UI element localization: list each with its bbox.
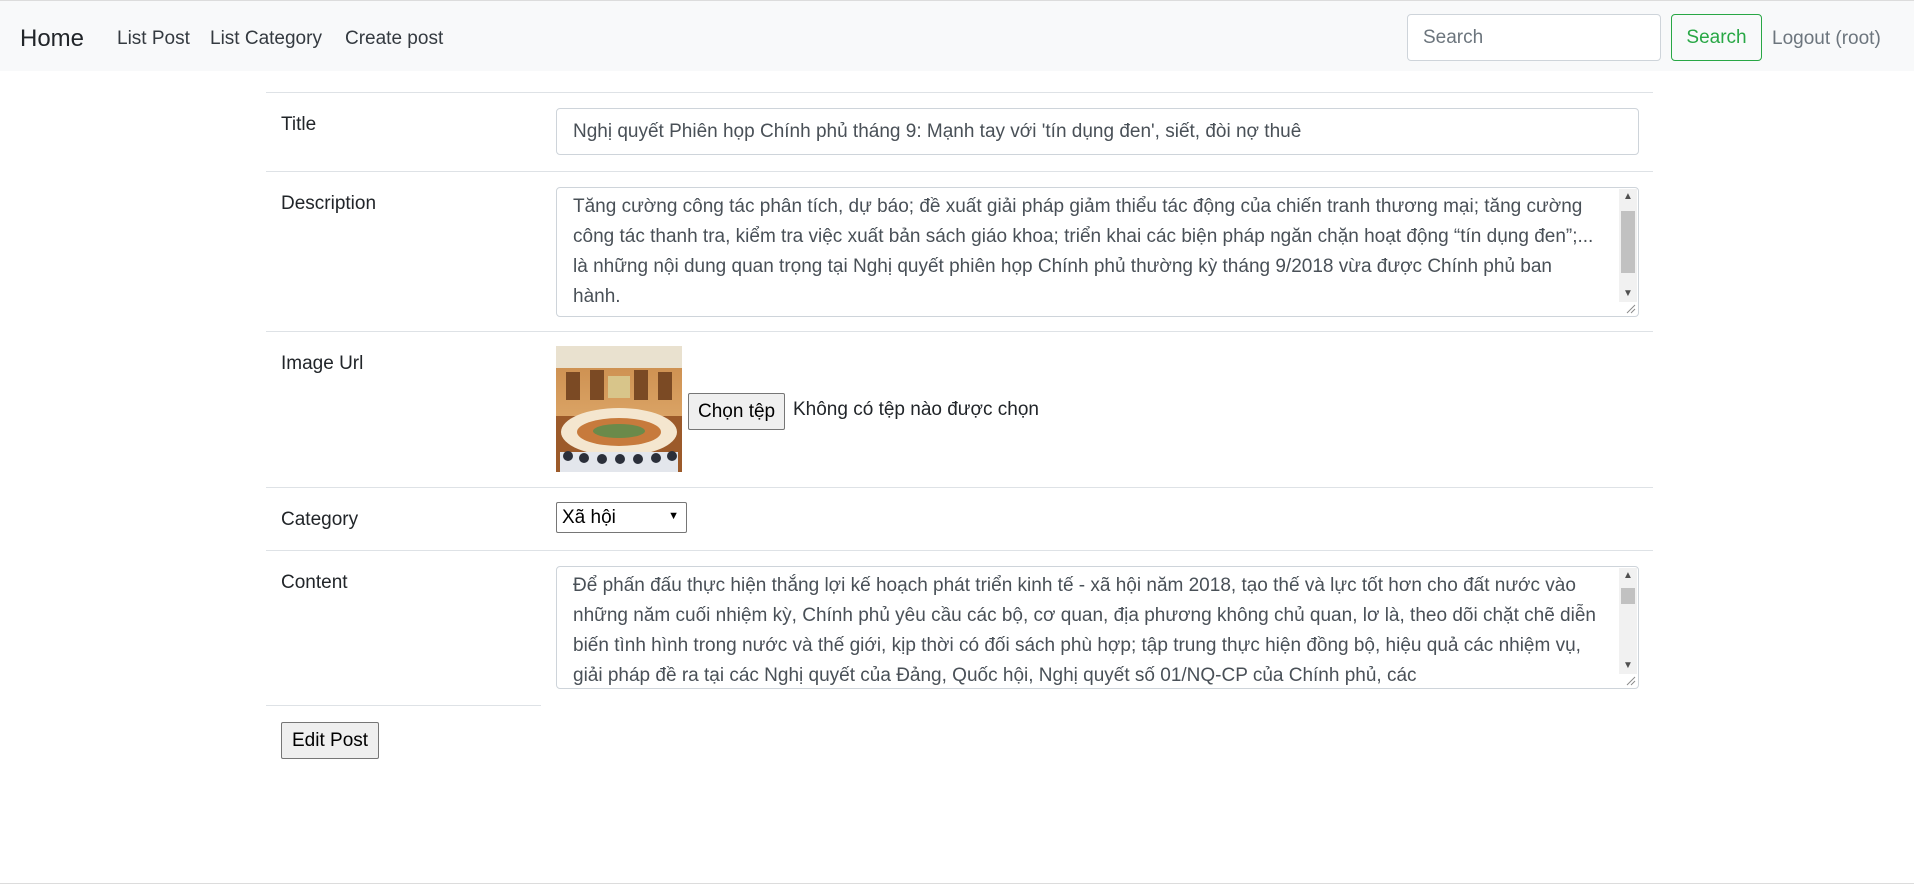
search-input[interactable] — [1407, 14, 1661, 61]
resize-grip-icon[interactable] — [1624, 674, 1636, 686]
edit-post-button[interactable]: Edit Post — [281, 722, 380, 759]
navbar: Home List Post List Category Create post… — [0, 0, 1914, 71]
scroll-up-icon[interactable]: ▲ — [1619, 568, 1637, 584]
image-row: Image Url Chọn tệp Không có tệp nào được… — [266, 331, 1653, 488]
title-row: Title — [266, 92, 1653, 172]
post-thumbnail — [556, 346, 682, 472]
scroll-down-icon[interactable]: ▼ — [1619, 658, 1637, 674]
scroll-down-icon[interactable]: ▼ — [1619, 286, 1637, 302]
category-select[interactable]: Xã hội ▼ — [556, 502, 687, 533]
description-textarea[interactable]: Tăng cường công tác phân tích, dự báo; đ… — [556, 187, 1639, 317]
image-url-label: Image Url — [281, 353, 364, 374]
nav-list-category[interactable]: List Category — [210, 28, 322, 50]
category-selected-value: Xã hội — [562, 507, 616, 528]
home-link[interactable]: Home — [20, 25, 84, 53]
category-row: Category Xã hội ▼ — [266, 487, 1653, 551]
description-scrollbar[interactable]: ▲ ▼ — [1619, 189, 1637, 302]
description-row: Description Tăng cường công tác phân tíc… — [266, 171, 1653, 332]
title-input[interactable] — [556, 108, 1639, 155]
choose-file-button[interactable]: Chọn tệp — [688, 393, 786, 430]
content-row: Content Để phấn đấu thực hiện thắng lợi … — [266, 550, 1653, 706]
title-label: Title — [281, 114, 317, 135]
submit-row: Edit Post — [266, 705, 541, 766]
content-text: Để phấn đấu thực hiện thắng lợi kế hoạch… — [573, 575, 1596, 686]
resize-grip-icon[interactable] — [1624, 302, 1636, 314]
content-textarea[interactable]: Để phấn đấu thực hiện thắng lợi kế hoạch… — [556, 566, 1639, 689]
description-text: Tăng cường công tác phân tích, dự báo; đ… — [573, 196, 1594, 307]
content-label: Content — [281, 572, 348, 593]
nav-create-post[interactable]: Create post — [345, 28, 443, 50]
scroll-up-icon[interactable]: ▲ — [1619, 189, 1637, 205]
logout-link[interactable]: Logout (root) — [1772, 28, 1881, 50]
scroll-thumb[interactable] — [1621, 588, 1635, 604]
description-label: Description — [281, 193, 377, 214]
search-button[interactable]: Search — [1671, 14, 1762, 61]
chevron-down-icon: ▼ — [668, 510, 679, 522]
scroll-thumb[interactable] — [1621, 211, 1635, 273]
file-status-text: Không có tệp nào được chọn — [793, 399, 1039, 420]
footer-divider — [0, 883, 1914, 884]
category-label: Category — [281, 509, 359, 530]
content-scrollbar[interactable]: ▲ ▼ — [1619, 568, 1637, 674]
nav-list-post[interactable]: List Post — [117, 28, 190, 50]
